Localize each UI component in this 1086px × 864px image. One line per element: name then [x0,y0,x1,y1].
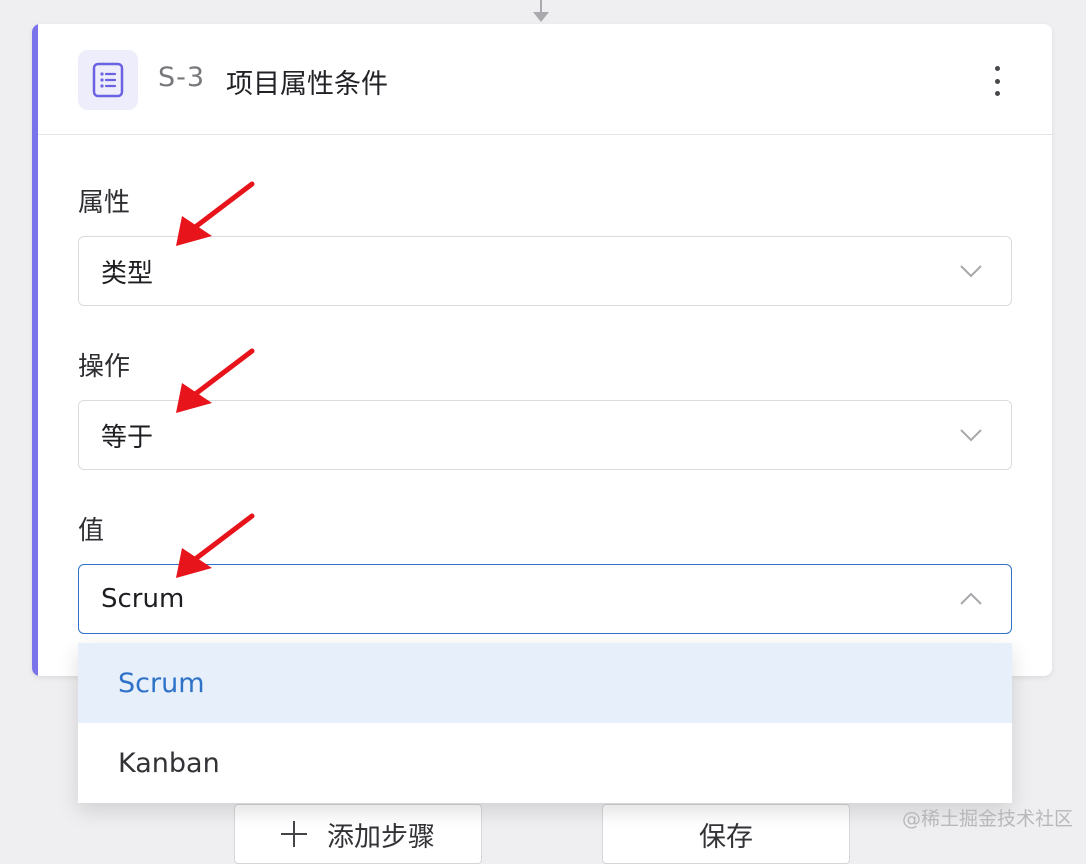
annotation-arrow-icon [176,181,255,246]
dot-icon [994,78,1000,84]
value-label: 值 [78,516,105,546]
attribute-value: 类型 [101,258,154,289]
dot-icon [994,66,1000,71]
value-dropdown-menu: Scrum Kanban [78,643,1012,803]
plus-icon [281,821,307,847]
attribute-label: 属性 [78,188,131,218]
step-title: 项目属性条件 [226,69,388,100]
annotation-arrow-icon [176,513,255,578]
dropdown-option-kanban[interactable]: Kanban [78,723,1012,803]
dropdown-option-scrum[interactable]: Scrum [78,643,1012,723]
operation-value: 等于 [101,422,154,453]
card-header: S-3 项目属性条件 [38,24,1052,135]
chevron-down-icon [960,429,982,442]
step-code: S-3 [158,62,206,93]
save-button[interactable]: 保存 [602,804,850,864]
option-label: Kanban [118,747,220,779]
chevron-up-icon [960,592,982,605]
value-value: Scrum [101,584,185,614]
dot-icon [994,91,1000,96]
list-document-icon [78,50,138,110]
flow-connector-arrow [533,12,549,22]
annotation-arrow-icon [176,348,255,413]
chevron-down-icon [960,265,982,278]
operation-label: 操作 [78,352,131,382]
option-label: Scrum [118,667,205,699]
watermark: @稀土掘金技术社区 [902,808,1074,830]
more-options-button[interactable] [984,62,1010,100]
add-step-button[interactable]: 添加步骤 [234,804,482,864]
